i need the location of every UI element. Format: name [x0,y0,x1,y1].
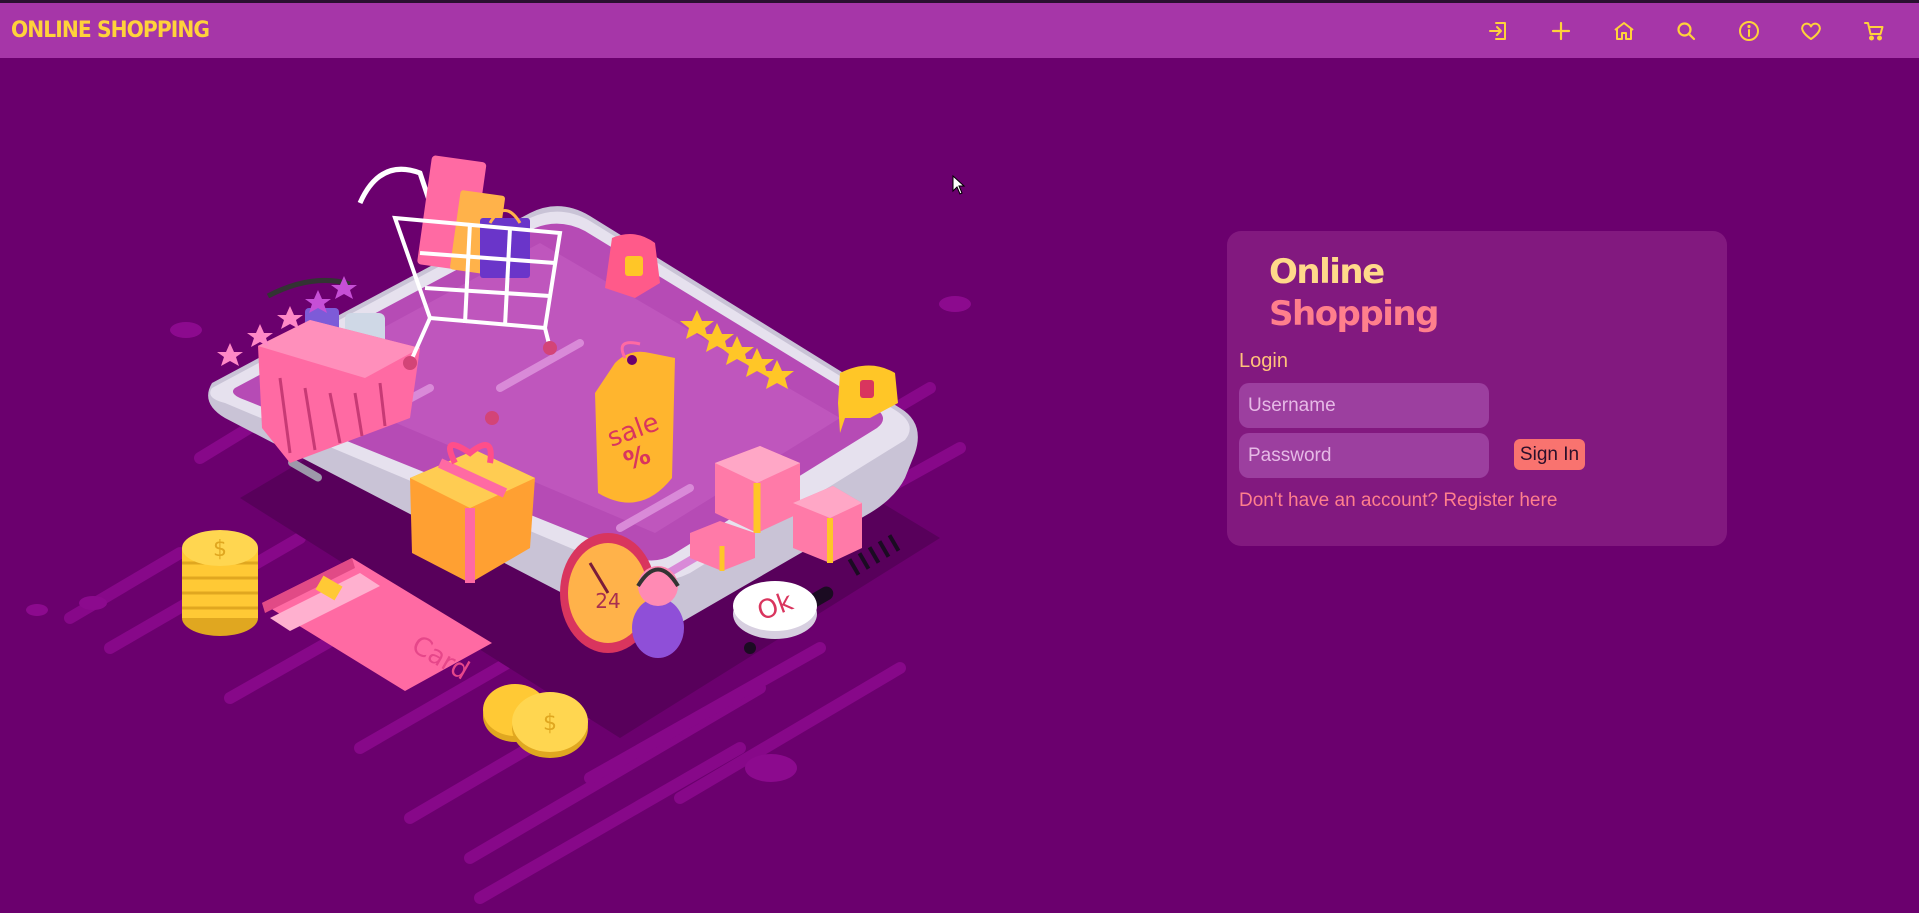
logo-line-online: Online [1269,252,1385,292]
search-icon[interactable] [1655,11,1718,51]
mouse-cursor [952,175,966,195]
info-icon[interactable] [1718,11,1781,51]
logo-line-shopping: Shopping [1269,294,1439,334]
brand-logo[interactable]: ONLINE SHOPPING [11,18,210,43]
shopping-illustration: sale % 24 Ok $ Card $ [26,155,971,904]
plus-icon[interactable] [1530,11,1593,51]
password-input[interactable] [1239,433,1489,478]
register-link[interactable]: Don't have an account? Register here [1239,490,1557,512]
login-icon[interactable] [1468,11,1531,51]
coin-symbol-top: $ [213,537,227,562]
login-card: Online Shopping Login Sign In Don't have… [1227,231,1727,546]
nav-icons [1468,11,1906,51]
home-icon[interactable] [1593,11,1656,51]
sign-in-button[interactable]: Sign In [1514,439,1585,470]
coin-symbol-bottom: $ [543,711,557,736]
navbar: ONLINE SHOPPING [0,3,1919,58]
heart-icon[interactable] [1780,11,1843,51]
coin-stack: $ [182,530,258,636]
cart-icon[interactable] [1843,11,1906,51]
login-heading: Login [1239,350,1288,372]
username-input[interactable] [1239,383,1489,428]
login-card-logo: Online Shopping [1269,251,1439,335]
ok-badge: Ok [733,581,817,639]
